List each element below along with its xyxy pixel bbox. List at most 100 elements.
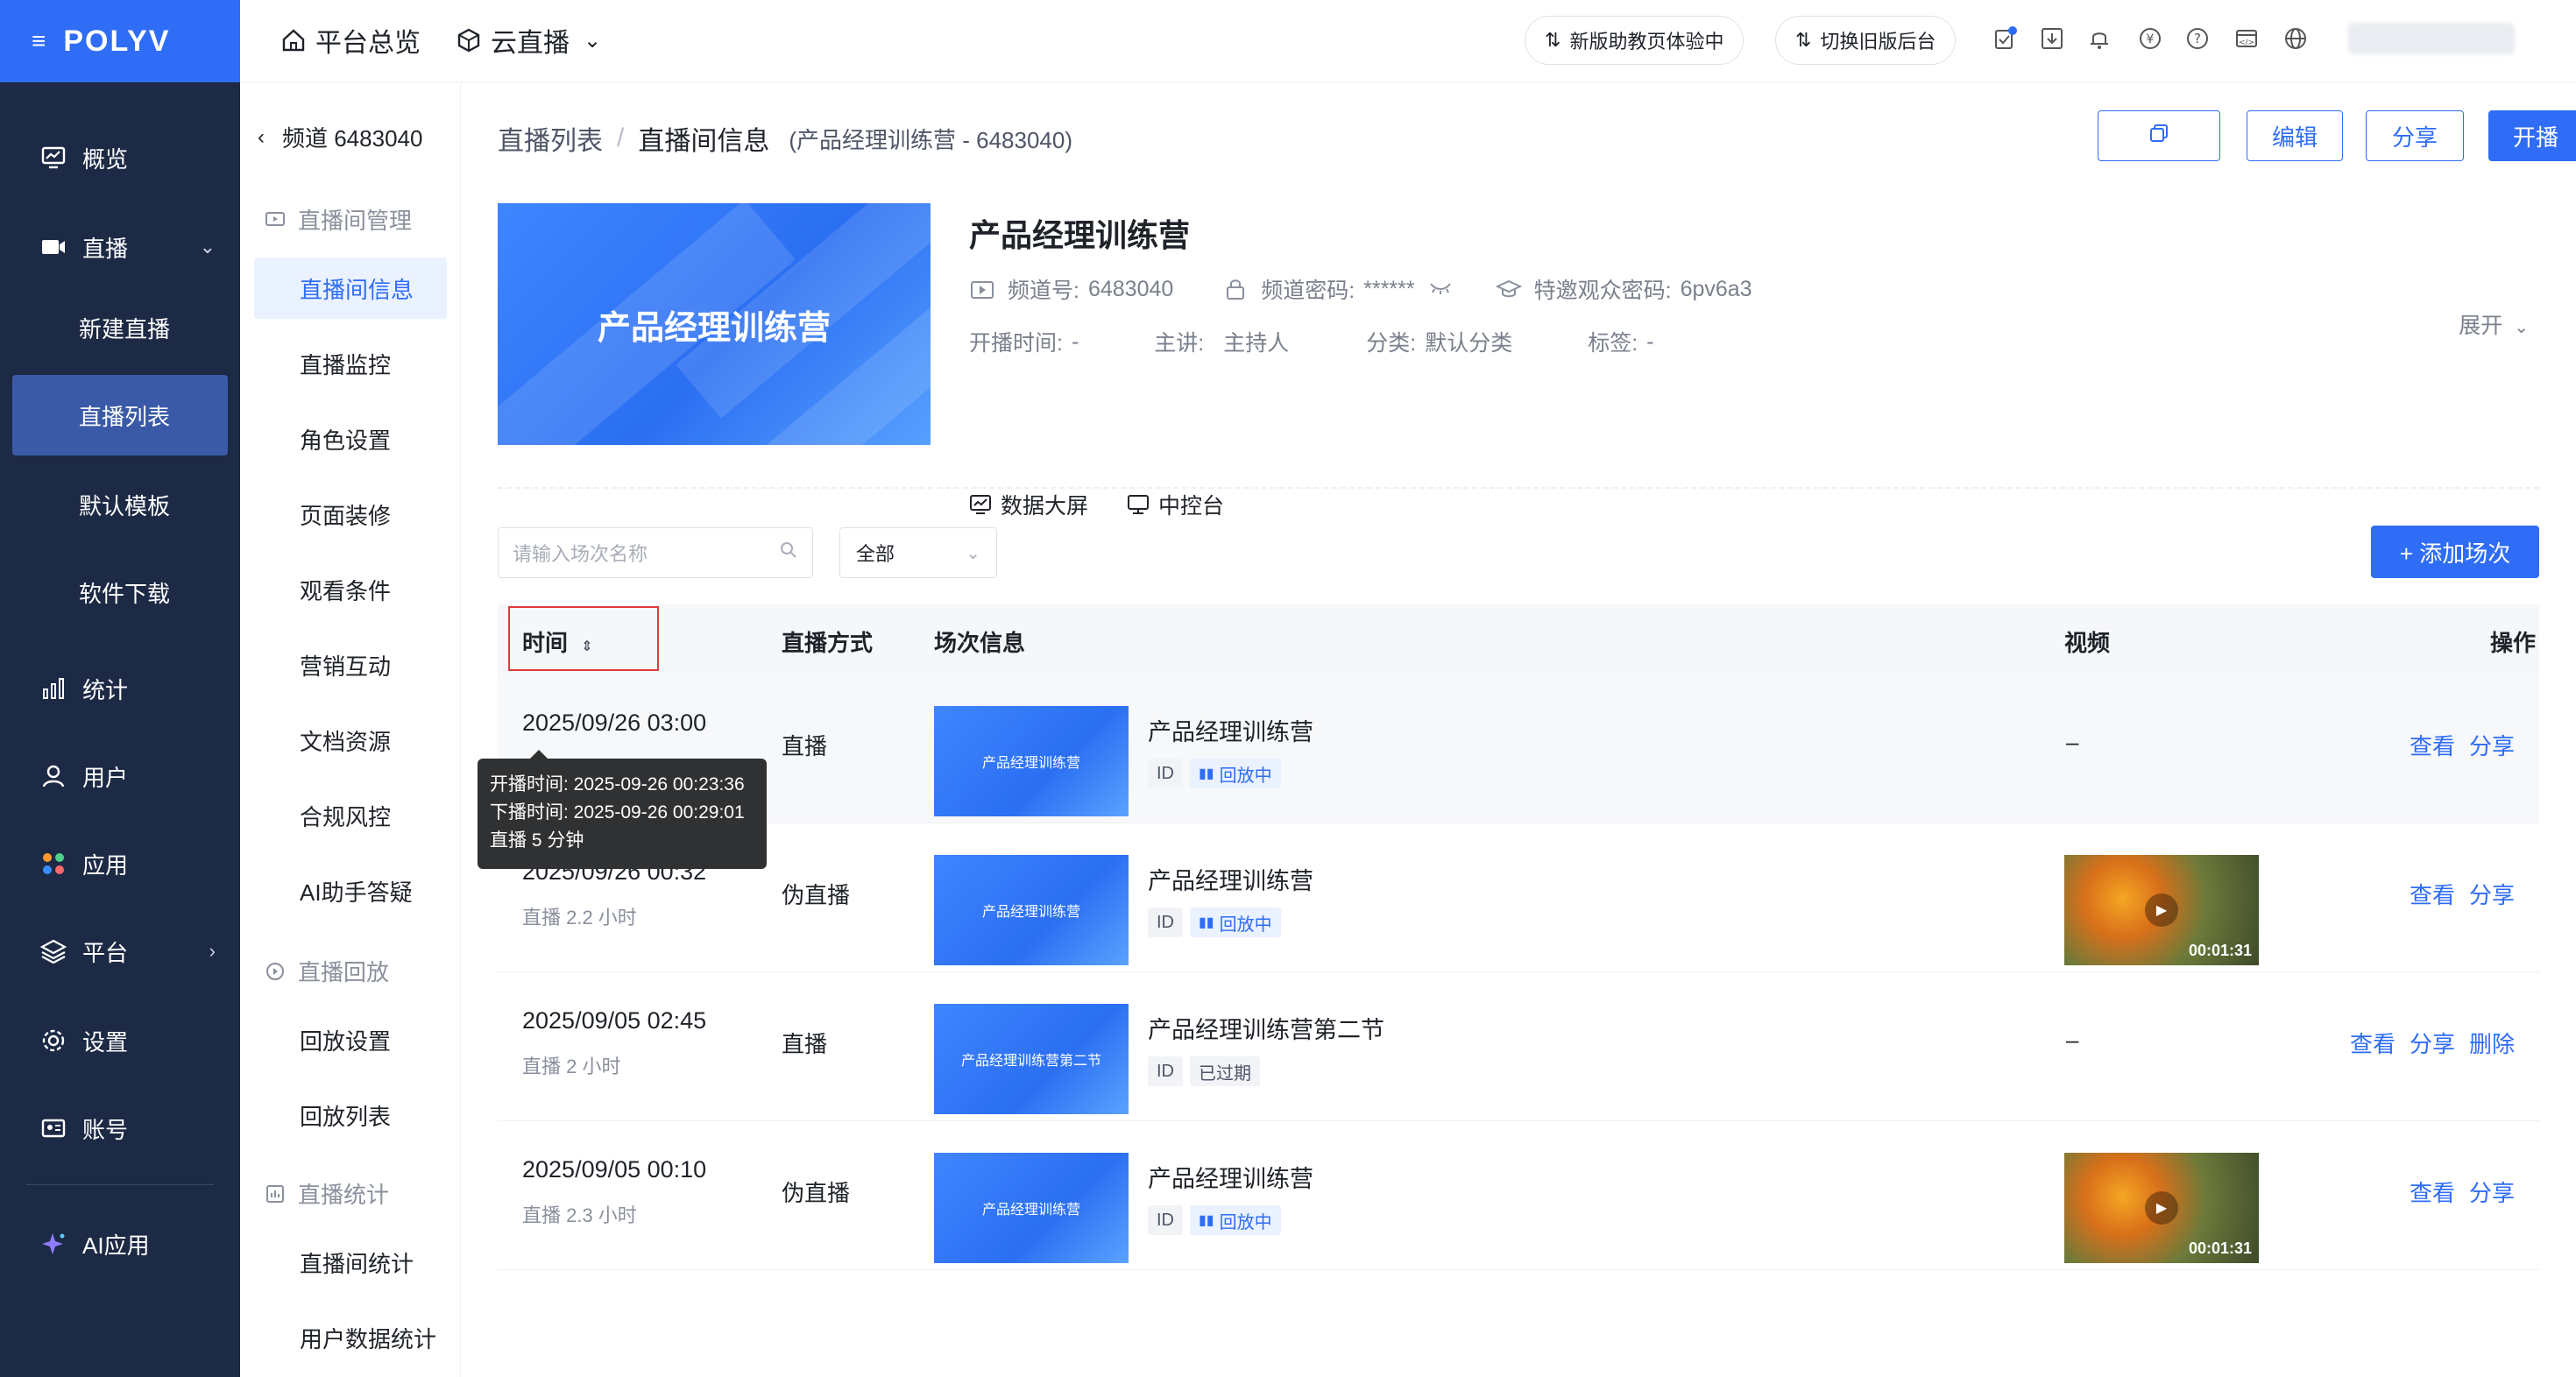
nav-software-download[interactable]: 软件下载 xyxy=(12,552,228,632)
edit-button[interactable]: 编辑 xyxy=(2247,110,2343,161)
switch-old-console-pill[interactable]: ⇅ 切换旧版后台 xyxy=(1775,16,1957,65)
row-actions: 查看 分享 xyxy=(2410,1176,2515,1208)
download-icon[interactable] xyxy=(2036,23,2068,54)
share-link[interactable]: 分享 xyxy=(2469,1176,2515,1208)
globe-icon[interactable] xyxy=(2280,23,2311,54)
view-link[interactable]: 查看 xyxy=(2350,1027,2396,1059)
billing-icon[interactable]: ¥ xyxy=(2134,23,2166,54)
session-thumbnail: 产品经理训练营第二节 xyxy=(934,1004,1129,1114)
subnav-ai-assistant[interactable]: AI助手答疑 xyxy=(254,860,447,922)
start-time-value: - xyxy=(1071,328,1079,354)
expand-toggle[interactable]: 展开 ⌄ xyxy=(2459,308,2529,340)
eye-closed-icon[interactable] xyxy=(1429,277,1452,302)
session-thumbnail: 产品经理训练营 xyxy=(934,855,1129,965)
add-session-button[interactable]: + 添加场次 xyxy=(2371,526,2539,578)
copy-button[interactable] xyxy=(2098,110,2220,161)
video-thumbnail[interactable]: ▶ 00:01:31 xyxy=(2064,855,2259,965)
subnav-user-stats[interactable]: 用户数据统计 xyxy=(254,1307,447,1368)
nav-overview[interactable]: 概览 xyxy=(0,116,240,200)
assistant-beta-pill[interactable]: ⇅ 新版助教页体验中 xyxy=(1525,16,1744,65)
thumbnail-text: 产品经理训练营 xyxy=(981,756,1080,771)
gear-icon xyxy=(39,1026,68,1056)
switch-arrows-icon: ⇅ xyxy=(1545,29,1561,51)
tags-value: - xyxy=(1646,328,1654,354)
nav-account[interactable]: 账号 xyxy=(0,1086,240,1170)
room-cover-image: 产品经理训练营 xyxy=(498,203,931,445)
user-account-blurred[interactable] xyxy=(2348,23,2515,54)
nav-overview-label: 概览 xyxy=(82,145,129,173)
chevron-down-icon: ⌄ xyxy=(584,28,602,53)
platform-overview-link[interactable]: 平台总览 xyxy=(280,21,421,60)
tooltip-start-time: 开播时间: 2025-09-26 00:23:36 xyxy=(490,774,745,794)
nav-platform[interactable]: 平台 › xyxy=(0,909,240,993)
breadcrumb-live-list[interactable]: 直播列表 xyxy=(498,119,603,158)
share-link[interactable]: 分享 xyxy=(2469,878,2515,910)
nav-ai-apps[interactable]: AI应用 xyxy=(0,1202,240,1286)
menu-icon[interactable]: ≡ xyxy=(32,27,46,55)
channel-header[interactable]: ‹ 频道 6483040 xyxy=(258,121,422,153)
task-icon[interactable] xyxy=(1989,23,2020,54)
nav-live-list[interactable]: 直播列表 xyxy=(12,375,228,455)
session-thumbnail: 产品经理训练营 xyxy=(934,1153,1129,1263)
nav-settings-label: 设置 xyxy=(82,1028,129,1056)
search-icon[interactable] xyxy=(779,540,798,565)
id-tag[interactable]: ID xyxy=(1148,907,1183,937)
play-icon[interactable]: ▶ xyxy=(2145,1191,2178,1225)
subnav-view-conditions[interactable]: 观看条件 xyxy=(254,559,447,620)
id-tag[interactable]: ID xyxy=(1148,1056,1183,1086)
sort-icon[interactable]: ⇕ xyxy=(581,639,592,654)
subnav-documents[interactable]: 文档资源 xyxy=(254,710,447,771)
subnav-marketing[interactable]: 营销互动 xyxy=(254,634,447,696)
session-search-input[interactable]: 请输入场次名称 xyxy=(498,527,813,578)
subnav-replay-settings[interactable]: 回放设置 xyxy=(254,1009,447,1070)
start-live-button[interactable]: 开播 xyxy=(2488,110,2576,161)
subnav-monitor[interactable]: 直播监控 xyxy=(254,333,447,394)
nav-apps[interactable]: 应用 xyxy=(0,822,240,906)
cloud-live-menu[interactable]: 云直播 ⌄ xyxy=(456,21,601,60)
row-duration: 直播 2 小时 xyxy=(522,1056,621,1077)
data-bigscreen-link[interactable]: 数据大屏 xyxy=(969,489,1088,520)
subnav-roles-label: 角色设置 xyxy=(300,427,392,454)
bell-icon[interactable] xyxy=(2084,23,2115,54)
row-mode: 伪直播 xyxy=(782,882,851,908)
view-link[interactable]: 查看 xyxy=(2410,1176,2455,1208)
console-link[interactable]: 中控台 xyxy=(1127,489,1224,520)
subnav-decoration[interactable]: 页面装修 xyxy=(254,484,447,545)
nav-new-live[interactable]: 新建直播 xyxy=(12,287,228,368)
nav-users[interactable]: 用户 xyxy=(0,734,240,818)
id-tag[interactable]: ID xyxy=(1148,1205,1183,1235)
developer-icon[interactable]: </> xyxy=(2231,23,2262,54)
status-filter-select[interactable]: 全部 ⌄ xyxy=(839,527,997,578)
subnav-roles[interactable]: 角色设置 xyxy=(254,408,447,470)
session-name: 产品经理训练营第二节 xyxy=(1148,1017,1384,1043)
nav-default-template[interactable]: 默认模板 xyxy=(12,464,228,545)
nav-live[interactable]: 直播 ⌄ xyxy=(0,205,240,289)
share-link[interactable]: 分享 xyxy=(2410,1027,2455,1059)
lock-icon xyxy=(1222,276,1249,302)
live-time-tooltip: 开播时间: 2025-09-26 00:23:36 下播时间: 2025-09-… xyxy=(478,750,767,869)
share-link[interactable]: 分享 xyxy=(2469,729,2515,761)
user-icon xyxy=(39,761,68,791)
group-live-stats-label: 直播统计 xyxy=(298,1182,390,1208)
video-thumbnail[interactable]: ▶ 00:01:31 xyxy=(2064,1153,2259,1263)
nav-settings[interactable]: 设置 xyxy=(0,999,240,1083)
play-icon[interactable]: ▶ xyxy=(2145,893,2178,927)
subnav-room-info[interactable]: 直播间信息 xyxy=(254,258,447,319)
subnav-room-stats[interactable]: 直播间统计 xyxy=(254,1232,447,1293)
room-detail-row: 开播时间: - 主讲: 主持人 分类: 默认分类 标签: - xyxy=(969,326,1654,357)
delete-link[interactable]: 删除 xyxy=(2469,1027,2515,1059)
column-time[interactable]: 时间 ⇕ xyxy=(522,625,593,658)
back-arrow-icon[interactable]: ‹ xyxy=(258,125,265,150)
subnav-replay-list[interactable]: 回放列表 xyxy=(254,1084,447,1146)
share-button[interactable]: 分享 xyxy=(2366,110,2464,161)
bar-chart-icon xyxy=(39,674,68,703)
nav-stats[interactable]: 统计 xyxy=(0,646,240,731)
view-link[interactable]: 查看 xyxy=(2410,729,2455,761)
subnav-compliance[interactable]: 合规风控 xyxy=(254,785,447,846)
nav-default-template-label: 默认模板 xyxy=(79,492,171,519)
help-icon[interactable]: ? xyxy=(2182,23,2213,54)
view-link[interactable]: 查看 xyxy=(2410,878,2455,910)
id-tag[interactable]: ID xyxy=(1148,759,1183,788)
status-badge: ▮▮ 回放中 xyxy=(1190,907,1281,937)
subnav-decoration-label: 页面装修 xyxy=(300,502,392,529)
